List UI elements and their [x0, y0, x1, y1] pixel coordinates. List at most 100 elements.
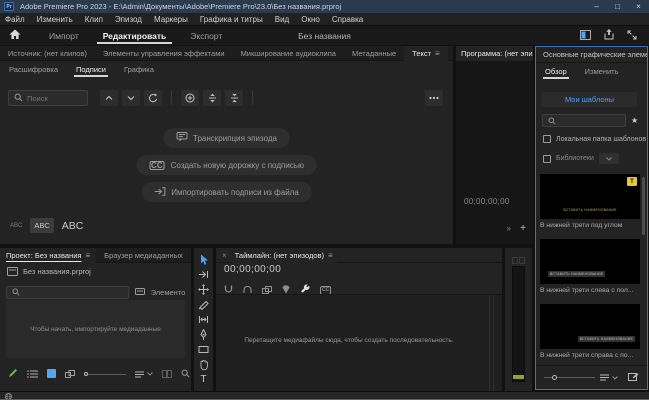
- caption-size-medium[interactable]: ABC: [30, 218, 54, 233]
- maximize-button[interactable]: □: [607, 0, 628, 13]
- next-caption-button[interactable]: [122, 90, 140, 106]
- checkbox-icon[interactable]: [543, 135, 551, 143]
- writable-pencil-icon[interactable]: [8, 365, 18, 383]
- menu-item-file[interactable]: Файл: [0, 15, 31, 24]
- subtab-transcript[interactable]: Расшифровка: [0, 61, 67, 78]
- close-tab-icon[interactable]: ×: [216, 251, 231, 260]
- tab-audio-clip-mixer[interactable]: Микширование аудиоклипа: [233, 46, 344, 61]
- ripple-edit-tool[interactable]: [194, 282, 213, 297]
- type-tool[interactable]: T: [194, 372, 213, 387]
- quick-export-icon[interactable]: [604, 27, 614, 45]
- subtab-graphics[interactable]: Графика: [115, 61, 163, 78]
- menu-item-clip[interactable]: Клип: [79, 15, 109, 24]
- timeline-timecode[interactable]: 00;00;00;00: [224, 264, 281, 275]
- selection-tool[interactable]: [194, 252, 213, 267]
- menu-item-help[interactable]: Справка: [326, 15, 369, 24]
- tab-export[interactable]: Экспорт: [178, 26, 234, 45]
- sync-captions-button[interactable]: [144, 90, 162, 106]
- tab-browse[interactable]: Обзор: [536, 63, 576, 80]
- tools-panel: T: [194, 248, 213, 391]
- project-search-input[interactable]: [24, 287, 123, 297]
- checkbox-icon[interactable]: [543, 154, 551, 163]
- search-input[interactable]: [27, 93, 82, 103]
- transcribe-sequence-button[interactable]: Транскрипция эпизода: [163, 128, 290, 148]
- local-templates-checkbox-row[interactable]: Локальная папка шаблонов: [543, 135, 646, 143]
- add-caption-button[interactable]: [181, 90, 199, 106]
- find-icon[interactable]: [181, 365, 190, 383]
- icon-view-icon[interactable]: [47, 365, 56, 383]
- automate-sequence-icon[interactable]: [162, 365, 172, 383]
- tab-metadata[interactable]: Метаданные: [344, 46, 404, 61]
- my-templates-dropdown[interactable]: Мои шаблоны: [542, 92, 637, 107]
- template-item[interactable]: T ВСТАВИТЬ НАИМЕНОВАНИЕ В нижней трети п…: [540, 174, 640, 229]
- tab-timeline[interactable]: Таймлайн: (нет эпизодов) ≡: [230, 248, 337, 263]
- template-item[interactable]: ВСТАВИТЬ НАИМЕНОВАНИЕ В нижней трети спр…: [540, 304, 640, 359]
- panel-menu-icon[interactable]: ≡: [85, 251, 90, 260]
- templates-search[interactable]: [542, 114, 626, 127]
- filter-bin-icon[interactable]: [134, 283, 145, 301]
- captions-search[interactable]: [8, 90, 88, 106]
- tab-project[interactable]: Проект: Без названия ≡: [0, 248, 97, 263]
- favorites-star-icon[interactable]: ★: [631, 116, 638, 125]
- templates-search-input[interactable]: [560, 116, 620, 125]
- tab-import[interactable]: Импорт: [37, 26, 91, 45]
- fullscreen-icon[interactable]: [627, 27, 637, 45]
- slip-tool[interactable]: [194, 312, 213, 327]
- caption-size-small[interactable]: ABC: [10, 223, 22, 229]
- project-file-row[interactable]: Без названия.prproj: [7, 267, 91, 276]
- libraries-dropdown[interactable]: [598, 153, 619, 164]
- subtab-captions[interactable]: Подписи: [67, 61, 115, 78]
- essential-graphics-bottom-bar: [536, 365, 647, 389]
- prev-caption-button[interactable]: [100, 90, 118, 106]
- templates-scrollbar[interactable]: [642, 177, 645, 235]
- pen-tool[interactable]: [194, 327, 213, 342]
- sort-icons-button[interactable]: [135, 371, 153, 378]
- list-view-icon[interactable]: [27, 365, 38, 383]
- razor-tool[interactable]: [194, 297, 213, 312]
- sort-button[interactable]: [600, 374, 618, 381]
- panel-menu-icon[interactable]: ≡: [328, 251, 333, 260]
- program-add-button[interactable]: +: [520, 223, 526, 234]
- zoom-slider[interactable]: [84, 372, 126, 376]
- close-button[interactable]: ×: [628, 0, 649, 13]
- import-captions-button[interactable]: Импортировать подписи из файла: [141, 182, 312, 202]
- menu-item-edit[interactable]: Изменить: [31, 15, 79, 24]
- menu-item-view[interactable]: Вид: [269, 15, 295, 24]
- program-overflow-icon[interactable]: »: [507, 224, 511, 233]
- project-drop-zone[interactable]: Чтобы начать, импортируйте медиаданные: [6, 300, 185, 358]
- tab-edit[interactable]: Редактировать: [91, 26, 179, 45]
- tab-edit-graphics[interactable]: Изменить: [576, 63, 628, 80]
- tab-media-browser[interactable]: Браузер медиаданных: [96, 248, 191, 263]
- menu-item-window[interactable]: Окно: [295, 15, 326, 24]
- transcribe-icon: [176, 132, 188, 144]
- program-timecode[interactable]: 00;00;00;00: [464, 197, 510, 206]
- panel-menu-icon[interactable]: ≡: [435, 49, 440, 58]
- timeline-track-area[interactable]: Перетащите медиафайлы сюда, чтобы создат…: [216, 294, 502, 391]
- tab-program-monitor[interactable]: Программа: (нет эпизо: [456, 46, 533, 61]
- minimize-button[interactable]: –: [586, 0, 607, 13]
- track-select-forward-tool[interactable]: [194, 267, 213, 282]
- timeline-vertical-scrollbar[interactable]: [489, 295, 494, 391]
- hand-tool[interactable]: [194, 357, 213, 372]
- install-template-button[interactable]: [628, 369, 639, 387]
- caption-size-large[interactable]: ABC: [62, 220, 84, 232]
- freeform-view-icon[interactable]: [65, 365, 75, 383]
- split-caption-button[interactable]: [203, 90, 221, 106]
- home-icon[interactable]: [9, 27, 21, 45]
- template-item[interactable]: ВСТАВИТЬ НАИМЕНОВАНИЕ В нижней трети сле…: [540, 239, 640, 294]
- menu-item-sequence[interactable]: Эпизод: [109, 15, 148, 24]
- template-label: В нижней трети слева с пол...: [540, 287, 634, 294]
- tab-effect-controls[interactable]: Элементы управления эффектами: [95, 46, 233, 61]
- text-subtabs: Расшифровка Подписи Графика: [0, 61, 453, 78]
- more-options-button[interactable]: [425, 90, 443, 106]
- rectangle-tool[interactable]: [194, 342, 213, 357]
- merge-caption-button[interactable]: [225, 90, 243, 106]
- project-search[interactable]: [6, 285, 129, 299]
- menu-item-graphics-titles[interactable]: Графика и титры: [194, 15, 269, 24]
- tab-text[interactable]: Текст ≡: [404, 46, 448, 61]
- tab-source-monitor[interactable]: Источник: (нет клипов): [0, 46, 95, 61]
- create-caption-track-button[interactable]: CC Создать новую дорожку с подписью: [136, 155, 317, 175]
- workspaces-icon[interactable]: [580, 27, 591, 45]
- libraries-checkbox-row[interactable]: Библиотеки: [543, 153, 619, 164]
- menu-item-markers[interactable]: Маркеры: [148, 15, 194, 24]
